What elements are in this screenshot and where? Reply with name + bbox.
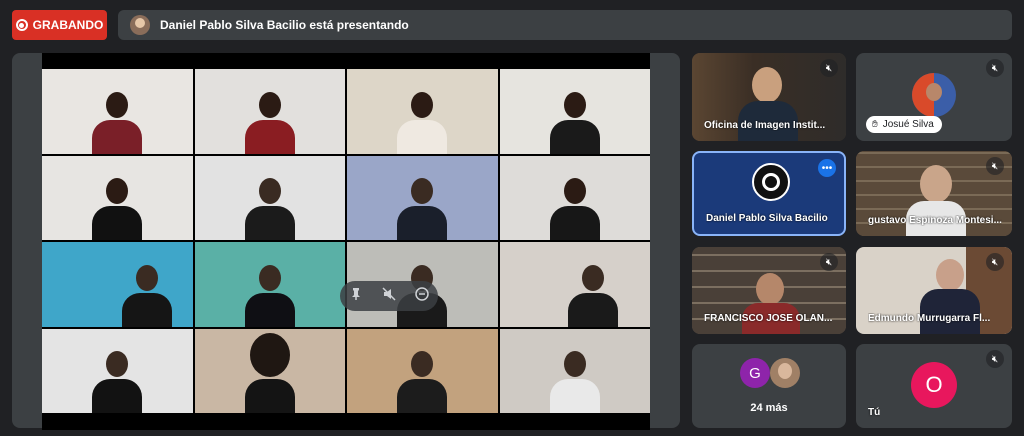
avatar	[770, 358, 800, 388]
name-pill: ✋︎ Josué Silva	[866, 116, 942, 133]
participant-tile[interactable]: 🔇︎ gustavo Espinoza Montesi...	[856, 151, 1012, 236]
participant-tile-active-speaker[interactable]: ••• Daniel Pablo Silva Bacilio	[692, 151, 846, 236]
participant-tile[interactable]: 🔇︎ ✋︎ Josué Silva	[856, 53, 1012, 141]
participant-name: FRANCISCO JOSE OLAN...	[704, 313, 833, 324]
mic-muted-icon: 🔇︎	[986, 350, 1004, 368]
presenting-banner: Daniel Pablo Silva Bacilio está presenta…	[118, 10, 1012, 40]
mic-muted-icon: 🔇︎	[820, 59, 838, 77]
avatar	[912, 73, 956, 117]
avatar: G	[740, 358, 770, 388]
participant-name: Edmundo Murrugarra Fl...	[868, 313, 991, 324]
performer-tile	[347, 328, 498, 413]
presenter-avatar	[130, 15, 150, 35]
mic-muted-icon: 🔇︎	[820, 253, 838, 271]
hand-icon: ✋︎	[872, 119, 878, 130]
performer-tile	[42, 69, 193, 154]
performer-tile	[499, 328, 650, 413]
participant-name: Oficina de Imagen Instit...	[704, 120, 826, 131]
recording-indicator[interactable]: GRABANDO	[12, 10, 107, 40]
participant-name: Daniel Pablo Silva Bacilio	[706, 213, 828, 224]
self-tile[interactable]: O 🔇︎ Tú	[856, 344, 1012, 428]
presentation-controls	[340, 281, 438, 311]
performer-tile	[194, 242, 345, 327]
performer-tile	[194, 328, 345, 413]
more-participants-tile[interactable]: G 24 más	[692, 344, 846, 428]
pin-icon[interactable]	[349, 287, 363, 305]
performer-tile	[347, 155, 498, 240]
performer-tile	[194, 69, 345, 154]
participant-tile[interactable]: 🔇︎ Oficina de Imagen Instit...	[692, 53, 846, 141]
performer-tile	[499, 242, 650, 327]
mic-muted-icon: 🔇︎	[986, 253, 1004, 271]
more-count: 24 más	[750, 402, 788, 414]
record-icon	[15, 19, 28, 31]
mic-muted-icon: 🔇︎	[986, 59, 1004, 77]
participant-tile[interactable]: 🔇︎ FRANCISCO JOSE OLAN...	[692, 247, 846, 334]
minimize-icon[interactable]	[414, 287, 429, 305]
performer-tile	[499, 155, 650, 240]
performer-tile	[42, 242, 193, 327]
performer-tile	[42, 328, 193, 413]
mic-muted-icon: 🔇︎	[986, 157, 1004, 175]
performer-tile	[194, 155, 345, 240]
mute-icon[interactable]	[382, 287, 396, 305]
participant-name: gustavo Espinoza Montesi...	[868, 215, 1002, 226]
avatar: O	[911, 362, 957, 408]
participant-tile[interactable]: 🔇︎ Edmundo Murrugarra Fl...	[856, 247, 1012, 334]
self-label: Tú	[868, 407, 881, 418]
performers-grid	[42, 69, 650, 413]
performer-tile	[42, 155, 193, 240]
obs-logo-icon	[752, 163, 790, 201]
shared-screen	[42, 53, 650, 430]
performer-tile	[347, 69, 498, 154]
presenting-text: Daniel Pablo Silva Bacilio está presenta…	[160, 18, 409, 32]
speaking-indicator-icon: •••	[818, 159, 836, 177]
performer-tile	[499, 69, 650, 154]
recording-label: GRABANDO	[32, 18, 104, 32]
participant-name: Josué Silva	[882, 119, 934, 130]
